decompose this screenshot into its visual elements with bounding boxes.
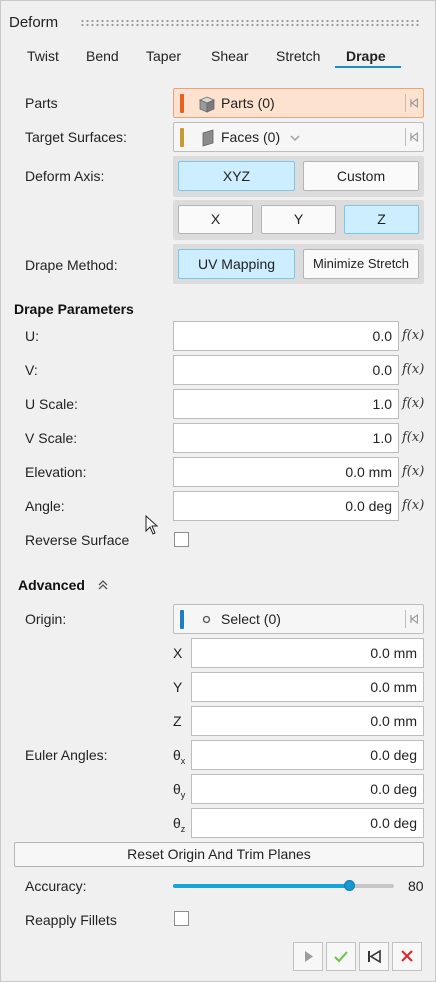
function-icon[interactable]: f(x) bbox=[402, 328, 424, 343]
u-scale-label: U Scale: bbox=[25, 396, 78, 412]
reset-icon bbox=[368, 949, 381, 964]
accuracy-slider-fill bbox=[173, 884, 350, 888]
accuracy-label: Accuracy: bbox=[25, 878, 87, 894]
axis-y-button[interactable]: Y bbox=[261, 205, 336, 234]
tab-drape[interactable]: Drape bbox=[346, 48, 386, 64]
chevron-down-icon[interactable] bbox=[290, 134, 300, 142]
preview-button[interactable] bbox=[293, 942, 323, 971]
reverse-surface-checkbox[interactable] bbox=[174, 532, 189, 547]
target-surfaces-label: Target Surfaces: bbox=[25, 129, 127, 145]
tab-twist[interactable]: Twist bbox=[27, 48, 59, 64]
reapply-fillets-label: Reapply Fillets bbox=[25, 912, 117, 928]
active-tab-indicator bbox=[335, 66, 401, 68]
origin-z-input[interactable]: 0.0 mm bbox=[191, 706, 424, 736]
theta-y-label: θy bbox=[173, 781, 186, 800]
elevation-input[interactable]: 0.0 mm bbox=[173, 457, 399, 487]
angle-label: Angle: bbox=[25, 498, 65, 514]
reset-origin-button[interactable]: Reset Origin And Trim Planes bbox=[14, 842, 424, 867]
origin-label: Origin: bbox=[25, 611, 67, 627]
panel-title: Deform bbox=[9, 14, 59, 31]
origin-selector[interactable]: Select (0) bbox=[173, 604, 424, 634]
u-input[interactable]: 0.0 bbox=[173, 321, 399, 351]
theta-y-input[interactable]: 0.0 deg bbox=[191, 774, 424, 804]
tab-shear[interactable]: Shear bbox=[211, 48, 248, 64]
origin-y-label: Y bbox=[173, 679, 183, 695]
close-icon bbox=[401, 950, 413, 962]
accuracy-slider-thumb[interactable] bbox=[343, 880, 355, 891]
theta-z-label: θz bbox=[173, 815, 186, 834]
origin-color-bar bbox=[180, 610, 184, 629]
euler-angles-label: Euler Angles: bbox=[25, 747, 108, 763]
origin-x-input[interactable]: 0.0 mm bbox=[191, 638, 424, 668]
function-icon[interactable]: f(x) bbox=[402, 464, 424, 479]
advanced-heading: Advanced bbox=[18, 577, 85, 593]
tab-stretch[interactable]: Stretch bbox=[276, 48, 320, 64]
v-scale-label: V Scale: bbox=[25, 430, 78, 446]
u-scale-input[interactable]: 1.0 bbox=[173, 389, 399, 419]
theta-x-input[interactable]: 0.0 deg bbox=[191, 740, 424, 770]
origin-z-label: Z bbox=[173, 713, 182, 729]
drag-handle[interactable] bbox=[80, 19, 420, 27]
origin-y-input[interactable]: 0.0 mm bbox=[191, 672, 424, 702]
close-button[interactable] bbox=[392, 942, 422, 971]
tab-taper[interactable]: Taper bbox=[146, 48, 181, 64]
collapse-up-icon[interactable] bbox=[97, 579, 109, 591]
skip-back-icon[interactable] bbox=[405, 94, 419, 112]
v-input[interactable]: 0.0 bbox=[173, 355, 399, 385]
parts-selector[interactable]: Parts (0) bbox=[173, 88, 424, 118]
tab-bend[interactable]: Bend bbox=[86, 48, 119, 64]
target-surfaces-value: Faces (0) bbox=[221, 129, 281, 145]
function-icon[interactable]: f(x) bbox=[402, 498, 424, 513]
deform-panel: Deform Twist Bend Taper Shear Stretch Dr… bbox=[0, 0, 436, 982]
function-icon[interactable]: f(x) bbox=[402, 430, 424, 445]
function-icon[interactable]: f(x) bbox=[402, 362, 424, 377]
reset-button[interactable] bbox=[359, 942, 389, 971]
parts-value: Parts (0) bbox=[221, 95, 275, 111]
custom-button[interactable]: Custom bbox=[303, 161, 419, 191]
minimize-stretch-button[interactable]: Minimize Stretch bbox=[303, 249, 419, 279]
uv-mapping-button[interactable]: UV Mapping bbox=[178, 249, 295, 279]
theta-z-input[interactable]: 0.0 deg bbox=[191, 808, 424, 838]
origin-value: Select (0) bbox=[221, 611, 281, 627]
point-icon bbox=[202, 615, 211, 624]
axis-x-button[interactable]: X bbox=[178, 205, 253, 234]
skip-back-icon[interactable] bbox=[405, 128, 419, 146]
deform-axis-label: Deform Axis: bbox=[25, 168, 105, 184]
skip-back-icon[interactable] bbox=[405, 610, 419, 628]
cube-icon bbox=[198, 96, 216, 113]
apply-button[interactable] bbox=[326, 942, 356, 971]
function-icon[interactable]: f(x) bbox=[402, 396, 424, 411]
accuracy-value: 80 bbox=[408, 878, 424, 894]
reapply-fillets-checkbox[interactable] bbox=[174, 911, 189, 926]
u-label: U: bbox=[25, 328, 39, 344]
origin-x-label: X bbox=[173, 645, 183, 661]
drape-method-label: Drape Method: bbox=[25, 257, 118, 273]
drape-method-group: UV Mapping Minimize Stretch bbox=[173, 244, 424, 284]
deform-axis-mode-group: XYZ Custom bbox=[173, 156, 424, 197]
v-label: V: bbox=[25, 362, 38, 378]
elevation-label: Elevation: bbox=[25, 464, 87, 480]
drape-parameters-heading: Drape Parameters bbox=[14, 301, 134, 317]
reverse-surface-label: Reverse Surface bbox=[25, 532, 130, 548]
parts-color-bar bbox=[180, 94, 184, 113]
xyz-button[interactable]: XYZ bbox=[178, 161, 295, 191]
play-icon bbox=[305, 951, 313, 962]
axis-z-button[interactable]: Z bbox=[344, 205, 419, 234]
check-icon bbox=[334, 951, 348, 963]
parts-label: Parts bbox=[25, 95, 58, 111]
face-icon bbox=[202, 129, 214, 147]
angle-input[interactable]: 0.0 deg bbox=[173, 491, 399, 521]
theta-x-label: θx bbox=[173, 747, 186, 766]
v-scale-input[interactable]: 1.0 bbox=[173, 423, 399, 453]
target-surfaces-color-bar bbox=[180, 128, 184, 147]
target-surfaces-selector[interactable]: Faces (0) bbox=[173, 122, 424, 152]
axis-selection-group: X Y Z bbox=[173, 200, 424, 240]
mouse-cursor-icon bbox=[145, 515, 159, 535]
